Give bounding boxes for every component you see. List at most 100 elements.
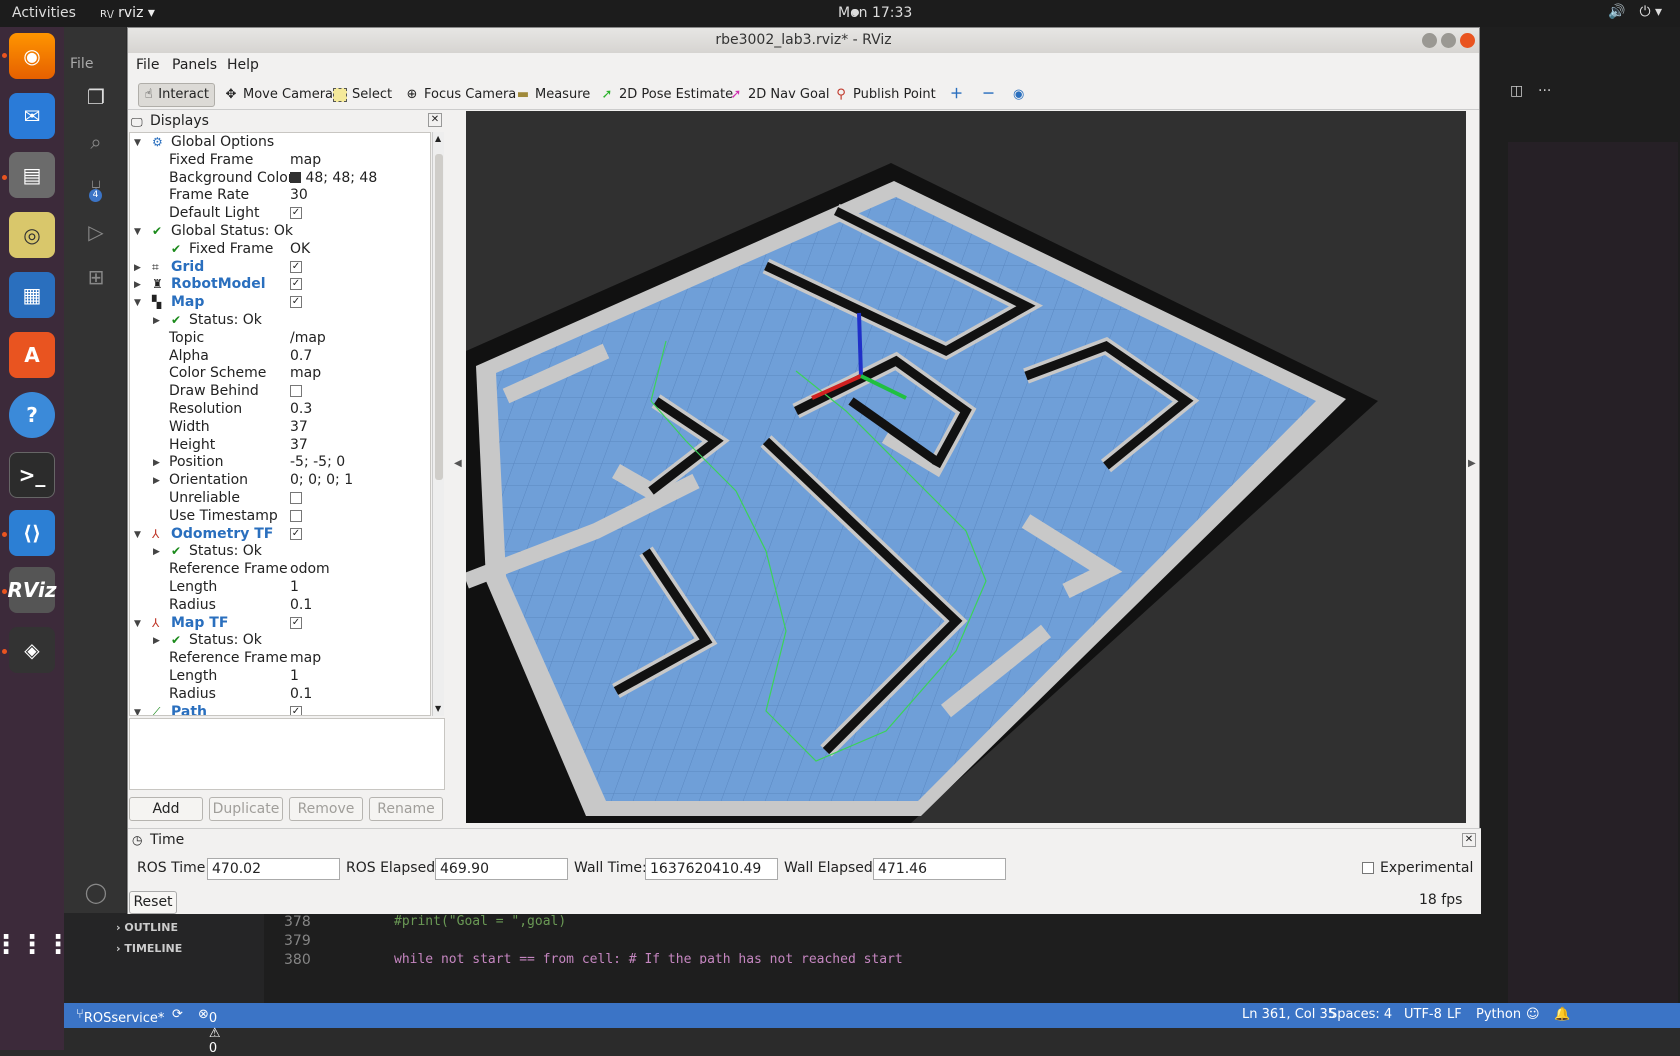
help-icon[interactable]: ? bbox=[9, 392, 55, 438]
tree-row[interactable]: ▼ ▚ Map ✓ bbox=[130, 293, 430, 311]
more-actions-icon[interactable]: ··· bbox=[1538, 83, 1551, 99]
tree-row[interactable]: ✔ Fixed Frame OK bbox=[130, 240, 430, 258]
tree-row[interactable]: ▼ ⚙ Global Options bbox=[130, 133, 430, 151]
checkbox-unchecked[interactable] bbox=[290, 385, 302, 398]
app-menu[interactable]: R\/ rviz ▾ bbox=[100, 5, 155, 21]
reset-button[interactable]: Reset bbox=[129, 891, 177, 914]
language-mode[interactable]: Python bbox=[1476, 1007, 1521, 1022]
code-line[interactable]: #print("Goal = ",goal) bbox=[394, 914, 566, 929]
move-camera-tool[interactable]: ✥ Move Camera bbox=[219, 83, 338, 107]
run-debug-icon[interactable]: ▷ bbox=[84, 220, 108, 244]
tree-row[interactable]: Background Color 48; 48; 48 bbox=[130, 169, 430, 187]
focus-camera-tool[interactable]: ⊕ Focus Camera bbox=[400, 83, 521, 107]
checkbox-unchecked[interactable] bbox=[290, 509, 302, 522]
tree-row[interactable]: ▼ ⅄ Odometry TF ✓ bbox=[130, 525, 430, 543]
timeline-section[interactable]: › TIMELINE bbox=[116, 942, 182, 955]
outline-section[interactable]: › OUTLINE bbox=[116, 921, 178, 934]
firefox-icon[interactable]: ◉ bbox=[9, 33, 55, 79]
close-time-panel-icon[interactable]: ✕ bbox=[1462, 833, 1476, 847]
displays-scrollbar[interactable]: ▲ ▼ bbox=[432, 132, 444, 716]
ros-time-field[interactable]: 470.02 bbox=[207, 858, 340, 880]
window-titlebar[interactable]: rbe3002_lab3.rviz* - RViz bbox=[128, 28, 1479, 53]
tree-row[interactable]: Resolution 0.3 bbox=[130, 400, 430, 418]
code-line[interactable]: while not start == from_cell: # If the p… bbox=[394, 952, 903, 964]
tree-row[interactable]: Reference Frame map bbox=[130, 649, 430, 667]
tree-row[interactable]: ▶ ✔ Status: Ok bbox=[130, 542, 430, 560]
nav-goal-tool[interactable]: ➚ 2D Nav Goal bbox=[724, 83, 835, 107]
explorer-icon[interactable]: ❐ bbox=[84, 85, 108, 109]
search-icon[interactable]: ⌕ bbox=[84, 130, 108, 154]
tree-row[interactable]: Height 37 bbox=[130, 436, 430, 454]
checkbox-checked[interactable]: ✓ bbox=[290, 616, 302, 629]
tree-row[interactable]: Color Scheme map bbox=[130, 364, 430, 382]
interact-tool[interactable]: ☝ Interact bbox=[138, 83, 215, 107]
notifications-icon[interactable]: 🔔 bbox=[1554, 1007, 1570, 1022]
volume-icon[interactable]: 🔊 bbox=[1608, 4, 1625, 20]
vscode-menu-file[interactable]: File bbox=[70, 56, 93, 72]
tree-row[interactable]: ▶ Orientation 0; 0; 0; 1 bbox=[130, 471, 430, 489]
tree-row[interactable]: Use Timestamp bbox=[130, 507, 430, 525]
menu-file[interactable]: File bbox=[136, 57, 159, 73]
menu-help[interactable]: Help bbox=[227, 57, 259, 73]
tree-row[interactable]: Radius 0.1 bbox=[130, 685, 430, 703]
wall-elapsed-field[interactable]: 471.46 bbox=[873, 858, 1006, 880]
feedback-icon[interactable]: ☺ bbox=[1526, 1007, 1540, 1022]
collapse-left-icon[interactable]: ◀ bbox=[454, 458, 462, 469]
checkbox-checked[interactable]: ✓ bbox=[290, 296, 302, 309]
tree-row[interactable]: Fixed Frame map bbox=[130, 151, 430, 169]
checkbox-checked[interactable]: ✓ bbox=[290, 278, 302, 291]
minimize-button[interactable] bbox=[1422, 33, 1437, 48]
view-options-button[interactable]: ◉ bbox=[1008, 83, 1029, 107]
vscode-icon[interactable]: ⟨⟩ bbox=[9, 510, 55, 556]
activities-button[interactable]: Activities bbox=[12, 5, 76, 21]
publish-point-tool[interactable]: ⚲ Publish Point bbox=[829, 83, 941, 107]
tree-row[interactable]: Length 1 bbox=[130, 667, 430, 685]
checkbox-checked[interactable]: ✓ bbox=[290, 207, 302, 220]
clock[interactable]: Mon 17:33 bbox=[838, 5, 912, 21]
wall-time-field[interactable]: 1637620410.49 bbox=[645, 858, 778, 880]
libreoffice-writer-icon[interactable]: ▦ bbox=[9, 272, 55, 318]
collapse-right-icon[interactable]: ▶ bbox=[1468, 458, 1476, 469]
tree-row[interactable]: ▶ Position -5; -5; 0 bbox=[130, 453, 430, 471]
problems-status[interactable]: ⊗ 0 ⚠ 0 bbox=[198, 1007, 221, 1056]
tree-row[interactable]: ▼ ⅄ Map TF ✓ bbox=[130, 614, 430, 632]
add-tool-button[interactable]: ＋ bbox=[945, 83, 968, 107]
files-icon[interactable]: ▤ bbox=[9, 152, 55, 198]
add-button[interactable]: Add bbox=[129, 797, 203, 821]
software-center-icon[interactable]: A bbox=[9, 332, 55, 378]
checkbox-checked[interactable]: ✓ bbox=[290, 527, 302, 540]
tree-row[interactable]: Draw Behind bbox=[130, 382, 430, 400]
tree-row[interactable]: ▼ ✔ Global Status: Ok bbox=[130, 222, 430, 240]
tree-row[interactable]: Topic/map bbox=[130, 329, 430, 347]
tree-row[interactable]: ▼ ⟋ Path ✓ bbox=[130, 703, 430, 715]
split-editor-icon[interactable]: ◫ bbox=[1510, 83, 1523, 99]
tree-row[interactable]: Reference Frame odom bbox=[130, 560, 430, 578]
account-icon[interactable]: ◯ bbox=[84, 880, 108, 904]
select-tool[interactable]: Select bbox=[328, 83, 397, 107]
remove-tool-button[interactable]: － bbox=[977, 83, 1000, 107]
terminal-icon[interactable]: >_ bbox=[9, 452, 55, 498]
ros-elapsed-field[interactable]: 469.90 bbox=[435, 858, 568, 880]
layers-app-icon[interactable]: ◈ bbox=[9, 627, 55, 673]
rviz-icon[interactable]: RViz bbox=[7, 567, 57, 613]
tree-row[interactable]: ▶ ✔ Status: Ok bbox=[130, 311, 430, 329]
rename-button[interactable]: Rename bbox=[369, 797, 443, 821]
checkbox-checked[interactable]: ✓ bbox=[290, 260, 302, 273]
menu-panels[interactable]: Panels bbox=[172, 57, 217, 73]
scroll-down-icon[interactable]: ▼ bbox=[435, 704, 441, 713]
pose-estimate-tool[interactable]: ➚ 2D Pose Estimate bbox=[595, 83, 738, 107]
tree-row[interactable]: Alpha 0.7 bbox=[130, 347, 430, 365]
remove-button[interactable]: Remove bbox=[289, 797, 363, 821]
sync-icon[interactable]: ⟳ bbox=[172, 1007, 183, 1022]
scroll-up-icon[interactable]: ▲ bbox=[435, 134, 441, 143]
checkbox-unchecked[interactable] bbox=[290, 492, 302, 504]
close-panel-icon[interactable]: ✕ bbox=[428, 113, 442, 127]
extensions-icon[interactable]: ⊞ bbox=[84, 265, 108, 289]
line-ending[interactable]: LF bbox=[1447, 1007, 1462, 1022]
tree-row[interactable]: Length 1 bbox=[130, 578, 430, 596]
power-icon[interactable]: ⏻ ▾ bbox=[1639, 4, 1662, 20]
tree-row[interactable]: Default Light ✓ bbox=[130, 204, 430, 222]
tree-row[interactable]: Radius 0.1 bbox=[130, 596, 430, 614]
cursor-position[interactable]: Ln 361, Col 35 bbox=[1242, 1007, 1336, 1022]
tree-row[interactable]: Frame Rate 30 bbox=[130, 186, 430, 204]
